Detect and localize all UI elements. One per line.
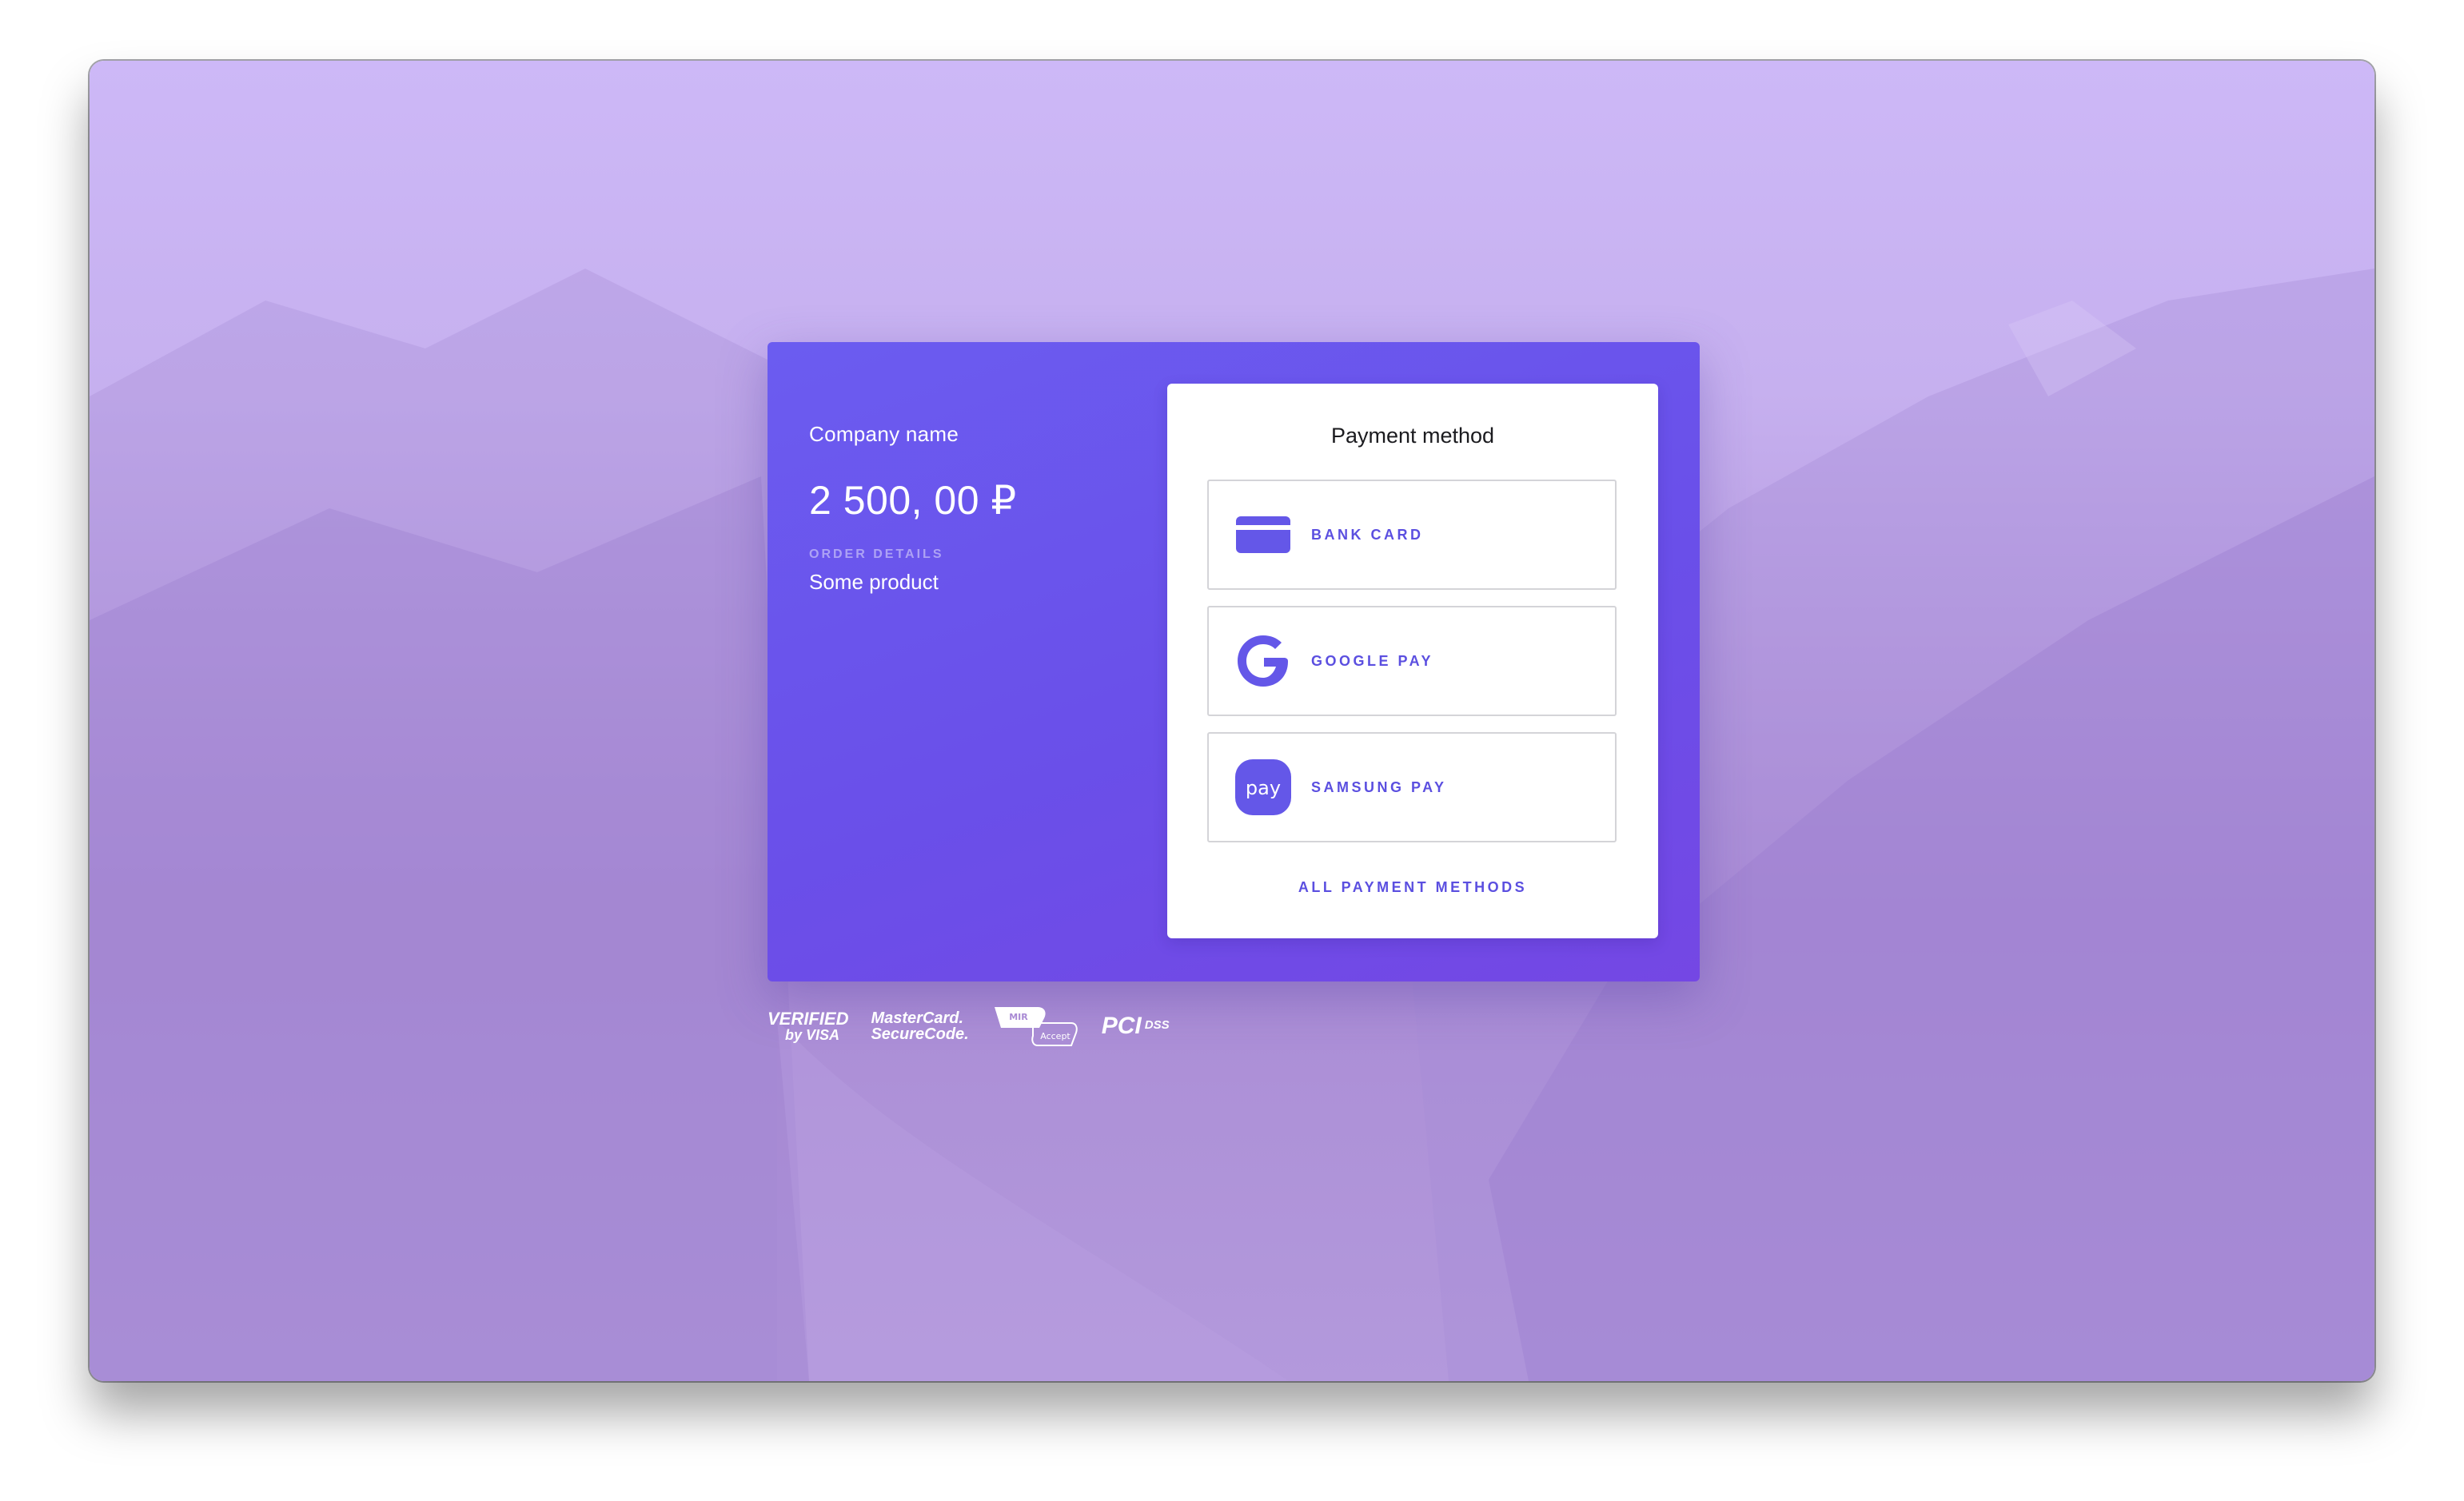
samsung-pay-icon: pay bbox=[1234, 758, 1292, 816]
pci-dss-logo: PCI DSS bbox=[1101, 1013, 1170, 1039]
security-badges: VERIFIED by VISA MasterCard. SecureCode.… bbox=[768, 1004, 1170, 1049]
payment-method-panel: Payment method BANK CARD GOOGLE PAY pay … bbox=[1167, 384, 1658, 938]
checkout-layer: Company name 2 500, 00 ₽ ORDER DETAILS S… bbox=[90, 61, 2374, 1381]
company-name: Company name bbox=[809, 422, 959, 446]
samsung-pay-label: SAMSUNG PAY bbox=[1311, 778, 1447, 795]
order-details-label: ORDER DETAILS bbox=[809, 547, 944, 561]
credit-card-icon bbox=[1234, 506, 1292, 563]
order-amount: 2 500, 00 ₽ bbox=[809, 478, 1017, 523]
bank-card-option[interactable]: BANK CARD bbox=[1207, 480, 1617, 590]
order-summary: Company name 2 500, 00 ₽ ORDER DETAILS S… bbox=[809, 422, 1017, 595]
samsung-pay-option[interactable]: pay SAMSUNG PAY bbox=[1207, 732, 1617, 842]
all-payment-methods-link[interactable]: ALL PAYMENT METHODS bbox=[1167, 879, 1658, 896]
svg-text:pay: pay bbox=[1246, 777, 1281, 799]
mir-accept-logo: MIR Accept bbox=[991, 1004, 1079, 1049]
product-name: Some product bbox=[809, 570, 939, 594]
google-pay-label: GOOGLE PAY bbox=[1311, 652, 1434, 669]
google-pay-option[interactable]: GOOGLE PAY bbox=[1207, 606, 1617, 716]
google-g-icon bbox=[1234, 632, 1292, 690]
svg-text:Accept: Accept bbox=[1040, 1031, 1071, 1041]
mastercard-securecode-logo: MasterCard. SecureCode. bbox=[871, 1009, 969, 1043]
checkout-card: Company name 2 500, 00 ₽ ORDER DETAILS S… bbox=[768, 342, 1700, 981]
bank-card-label: BANK CARD bbox=[1311, 526, 1424, 543]
payment-method-title: Payment method bbox=[1330, 424, 1495, 448]
verified-by-visa-logo: VERIFIED by VISA bbox=[768, 1009, 849, 1043]
svg-text:MIR: MIR bbox=[1009, 1012, 1028, 1022]
